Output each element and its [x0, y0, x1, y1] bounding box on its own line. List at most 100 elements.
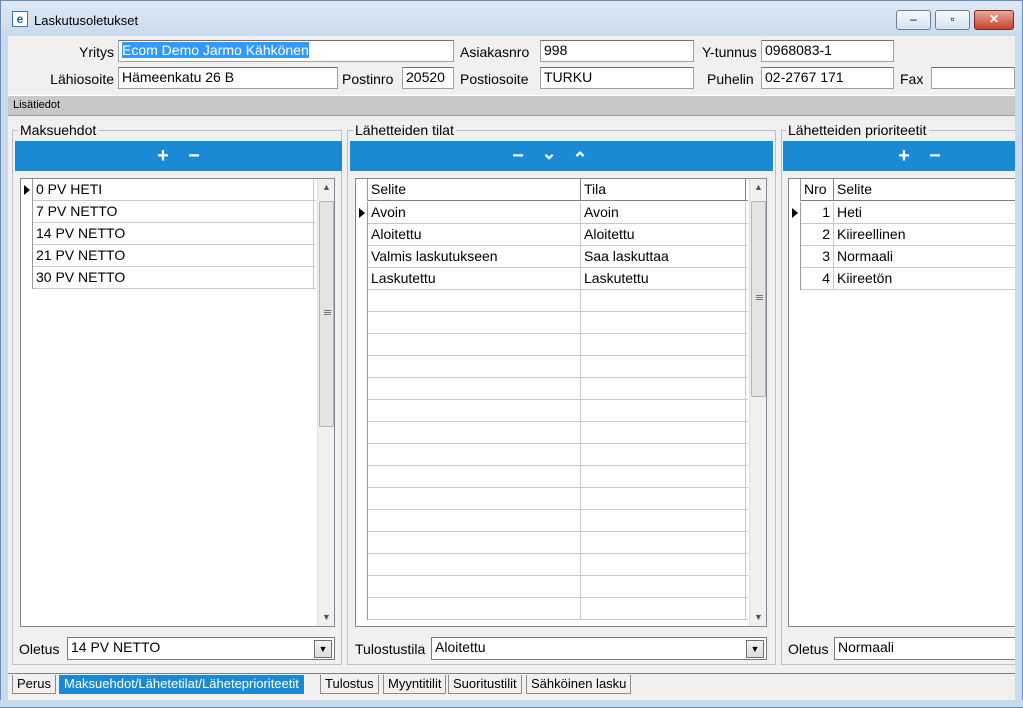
tilat-remove-button[interactable]: − [507, 145, 529, 167]
empty-cell [368, 290, 581, 312]
dropdown-arrow-icon[interactable]: ▼ [314, 640, 332, 658]
empty-row[interactable] [356, 356, 748, 378]
maksuehdot-scrollbar[interactable]: ▲ ▼ [317, 179, 334, 626]
row-header [356, 356, 368, 378]
maksuehdot-row[interactable]: 0 PV HETI [21, 179, 316, 201]
tilat-move-down-button[interactable]: ⌄ [538, 144, 560, 167]
empty-row[interactable] [356, 532, 748, 554]
selite-cell: Valmis laskutukseen [368, 246, 581, 268]
fax-field[interactable] [931, 67, 1015, 89]
table-row[interactable]: Laskutettu Laskutettu [356, 268, 748, 290]
empty-cell [368, 356, 581, 378]
table-row[interactable]: 3 Normaali [789, 246, 1015, 268]
empty-row[interactable] [356, 290, 748, 312]
postiosoite-field[interactable]: TURKU [540, 67, 694, 89]
puhelin-field[interactable]: 02-2767 171 [761, 67, 894, 89]
asiakasnro-label: Asiakasnro [460, 44, 530, 60]
table-row[interactable]: Valmis laskutukseen Saa laskuttaa [356, 246, 748, 268]
empty-row[interactable] [356, 378, 748, 400]
maximize-button[interactable]: ▫ [935, 10, 970, 30]
table-row[interactable]: 4 Kiireetön [789, 268, 1015, 290]
yritys-field[interactable]: Ecom Demo Jarmo Kähkönen [118, 40, 454, 62]
lahiosoite-field[interactable]: Hämeenkatu 26 B [118, 67, 338, 89]
yritys-value: Ecom Demo Jarmo Kähkönen [122, 42, 309, 58]
empty-row[interactable] [356, 312, 748, 334]
maksuehdot-add-button[interactable]: + [152, 145, 174, 167]
lisatiedot-bar[interactable]: Lisätiedot [8, 95, 1015, 116]
column-header-selite[interactable]: Selite [834, 179, 1015, 201]
dropdown-arrow-icon[interactable]: ▼ [746, 640, 764, 658]
empty-row[interactable] [356, 334, 748, 356]
tulostustila-value: Aloitettu [435, 639, 486, 655]
prioriteetit-remove-button[interactable]: − [924, 145, 946, 167]
prioriteetit-toolbar: + − [783, 141, 1015, 171]
column-header-tila[interactable]: Tila [581, 179, 746, 201]
maksuehdot-row[interactable]: 14 PV NETTO [21, 223, 316, 245]
row-header [356, 554, 368, 576]
maksuehdot-oletus-select[interactable]: 14 PV NETTO ▼ [67, 637, 335, 660]
table-header: Selite Tila [356, 179, 748, 201]
tilat-move-up-button[interactable]: ⌃ [569, 145, 591, 169]
tab-sahkoinen-lasku[interactable]: Sähköinen lasku [526, 675, 632, 694]
empty-cell [581, 598, 746, 620]
close-button[interactable]: ✕ [974, 10, 1014, 30]
maksuehdot-remove-button[interactable]: − [183, 145, 205, 167]
empty-cell [581, 488, 746, 510]
row-header [21, 267, 33, 289]
empty-cell [581, 312, 746, 334]
empty-cell [581, 400, 746, 422]
lahetteiden-tilat-title: Lähetteiden tilat [353, 122, 456, 138]
scroll-up-icon[interactable]: ▲ [750, 179, 766, 196]
prioriteetit-oletus-select[interactable]: Normaali [834, 637, 1015, 660]
tab-suoritustilit[interactable]: Suoritustilit [448, 675, 522, 694]
empty-cell [368, 400, 581, 422]
empty-cell [368, 510, 581, 532]
oletus-value: 14 PV NETTO [71, 639, 161, 655]
row-pointer-icon [21, 179, 33, 201]
postinro-label: Postinro [342, 71, 394, 87]
empty-row[interactable] [356, 422, 748, 444]
maksuehdot-row[interactable]: 30 PV NETTO [21, 267, 316, 289]
empty-row[interactable] [356, 444, 748, 466]
window-title: Laskutusoletukset [34, 13, 139, 28]
minimize-button[interactable]: – [896, 10, 931, 30]
empty-cell [581, 356, 746, 378]
empty-row[interactable] [356, 510, 748, 532]
table-row[interactable]: 1 Heti [789, 202, 1015, 224]
ytunnus-field[interactable]: 0968083-1 [761, 40, 894, 62]
tulostustila-select[interactable]: Aloitettu ▼ [431, 637, 767, 660]
tilat-scrollbar[interactable]: ▲ ▼ [749, 179, 766, 626]
empty-row[interactable] [356, 400, 748, 422]
row-header [789, 268, 801, 290]
maksuehdot-row[interactable]: 21 PV NETTO [21, 245, 316, 267]
column-header-nro[interactable]: Nro [801, 179, 834, 201]
empty-row[interactable] [356, 576, 748, 598]
table-row[interactable]: 2 Kiireellinen [789, 224, 1015, 246]
maksuehdot-cell: 30 PV NETTO [33, 267, 314, 289]
postinro-field[interactable]: 20520 [402, 67, 454, 89]
scroll-down-icon[interactable]: ▼ [318, 609, 334, 626]
scroll-thumb[interactable] [751, 201, 766, 397]
scroll-down-icon[interactable]: ▼ [750, 609, 766, 626]
empty-row[interactable] [356, 466, 748, 488]
title-bar[interactable] [0, 0, 1023, 36]
table-row[interactable]: Avoin Avoin [356, 202, 748, 224]
empty-row[interactable] [356, 598, 748, 620]
selite-cell: Aloitettu [368, 224, 581, 246]
row-header [789, 246, 801, 268]
asiakasnro-field[interactable]: 998 [540, 40, 694, 62]
scroll-thumb[interactable] [319, 201, 334, 427]
tab-tulostus[interactable]: Tulostus [320, 675, 379, 694]
column-header-selite[interactable]: Selite [368, 179, 581, 201]
tab-maksuehdot[interactable]: Maksuehdot/Lähetetilat/Läheteprioriteeti… [59, 675, 304, 694]
tab-perus[interactable]: Perus [12, 675, 56, 694]
empty-cell [581, 466, 746, 488]
empty-row[interactable] [356, 554, 748, 576]
table-row[interactable]: Aloitettu Aloitettu [356, 224, 748, 246]
maksuehdot-row[interactable]: 7 PV NETTO [21, 201, 316, 223]
prioriteetit-add-button[interactable]: + [893, 145, 915, 167]
scroll-up-icon[interactable]: ▲ [318, 179, 334, 196]
row-header [356, 334, 368, 356]
empty-row[interactable] [356, 488, 748, 510]
tab-myyntitilit[interactable]: Myyntitilit [383, 675, 447, 694]
